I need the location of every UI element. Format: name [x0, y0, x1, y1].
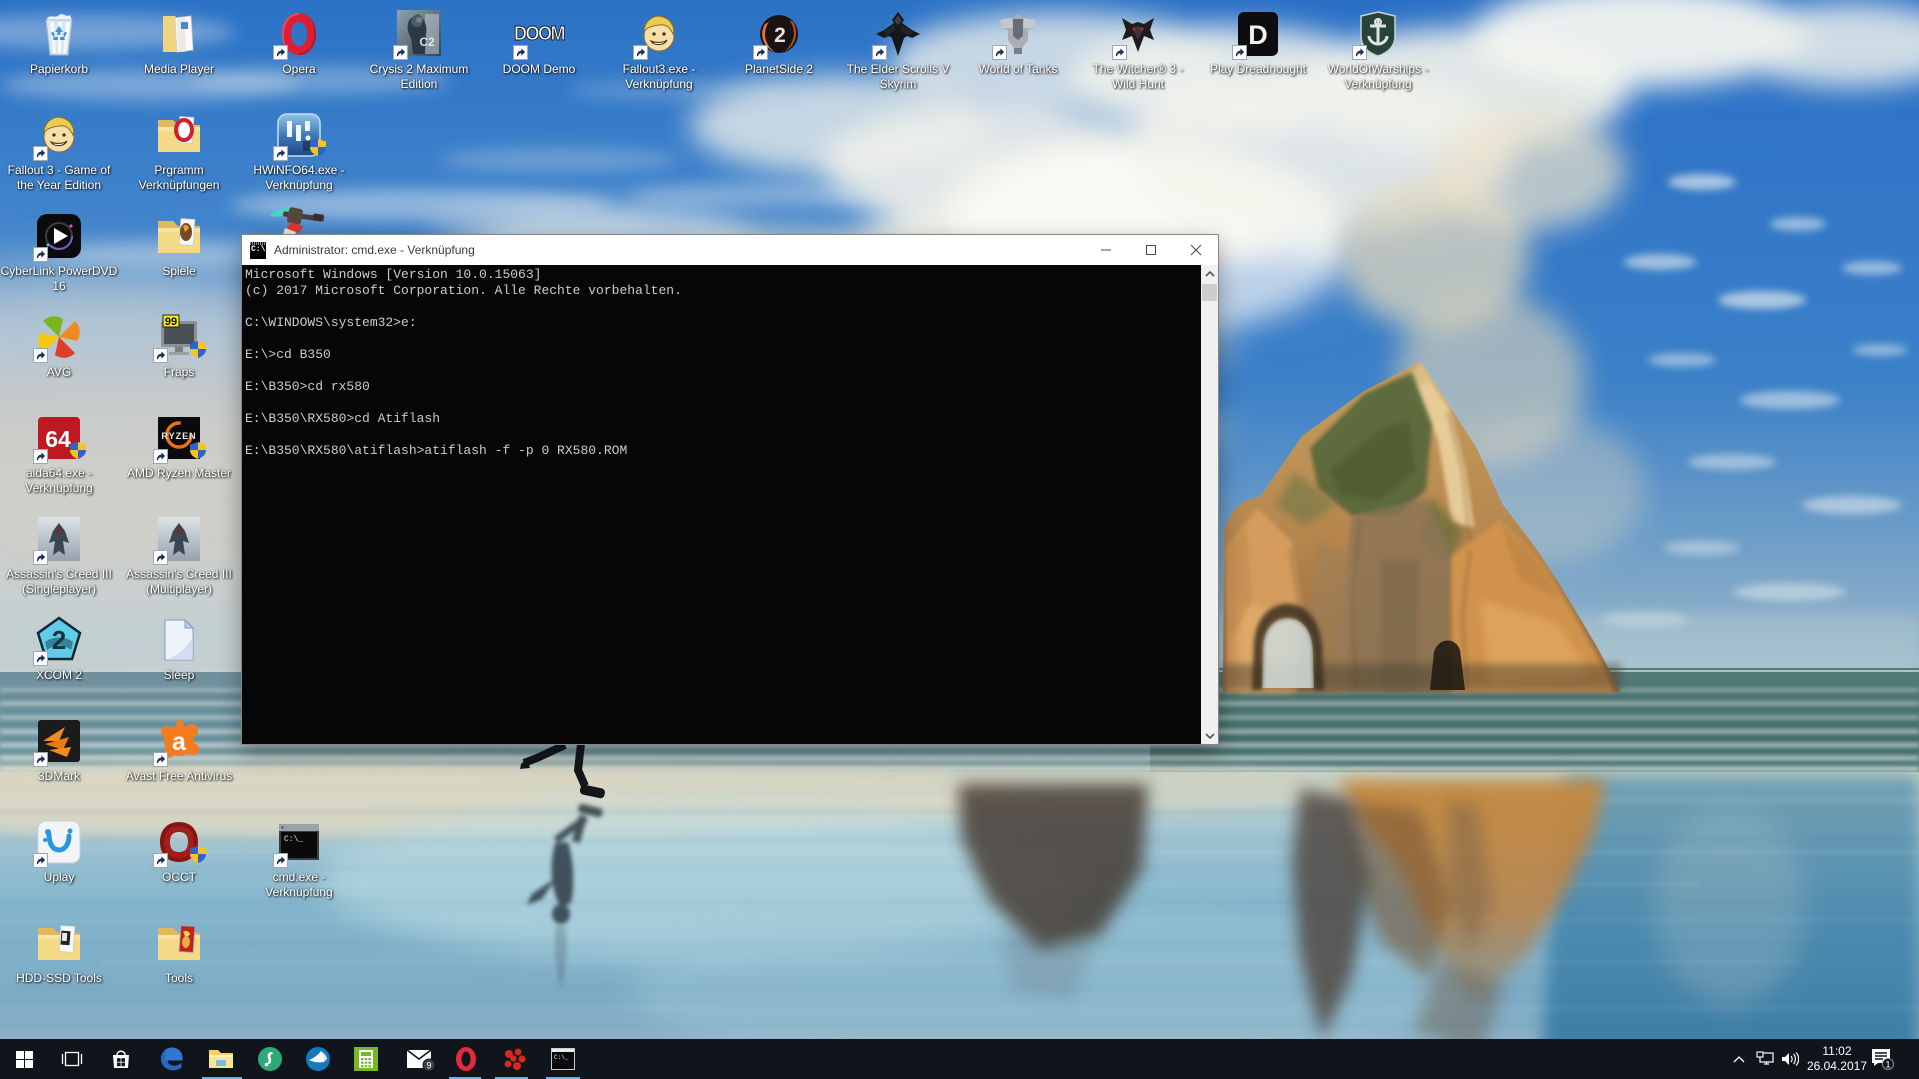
svg-text:2: 2	[52, 625, 66, 655]
svg-text:DOOM: DOOM	[514, 23, 565, 45]
svg-text:a: a	[172, 728, 187, 756]
svg-text:9: 9	[426, 1061, 431, 1071]
svg-text:C:\_: C:\_	[284, 835, 303, 844]
svg-text:D: D	[1248, 20, 1268, 50]
svg-text:C2: C2	[419, 35, 435, 49]
svg-text:RYZEN: RYZEN	[161, 431, 196, 441]
svg-text:99: 99	[165, 316, 177, 328]
svg-text:C:\_: C:\_	[554, 1054, 569, 1061]
svg-text:2: 2	[774, 24, 786, 47]
svg-text:64: 64	[45, 426, 71, 452]
svg-text:1: 1	[1885, 1060, 1890, 1070]
